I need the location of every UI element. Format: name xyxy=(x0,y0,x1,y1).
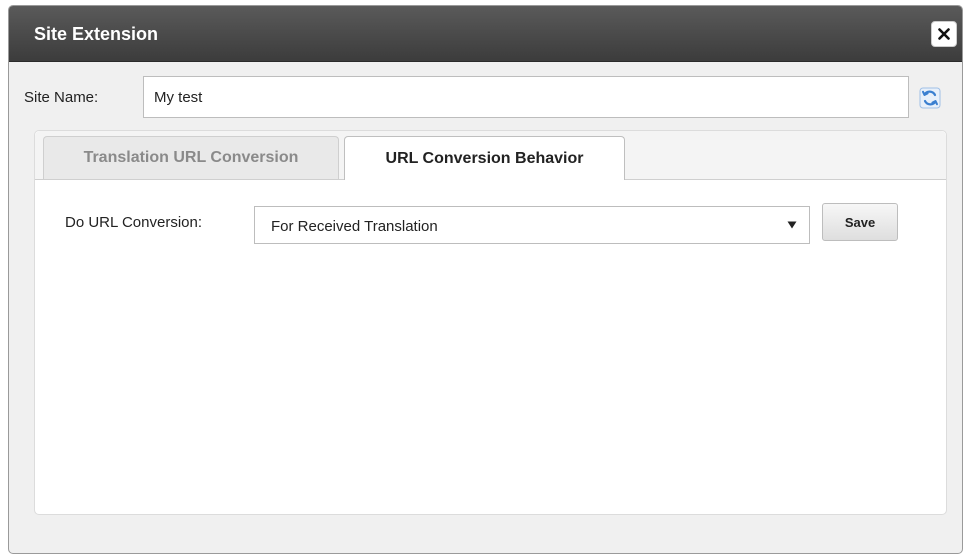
tab-url-conversion-behavior[interactable]: URL Conversion Behavior xyxy=(344,136,625,180)
site-extension-dialog: Site Extension Site Name: Translation UR… xyxy=(8,5,963,554)
tab-label: URL Conversion Behavior xyxy=(385,149,584,167)
site-name-input[interactable] xyxy=(143,76,909,118)
tab-strip: Translation URL Conversion URL Conversio… xyxy=(35,131,946,180)
url-conversion-row: Do URL Conversion: For Received Translat… xyxy=(35,201,946,245)
close-icon xyxy=(938,28,950,40)
tabs-panel: Translation URL Conversion URL Conversio… xyxy=(34,130,947,515)
site-name-label: Site Name: xyxy=(24,89,99,106)
close-button[interactable] xyxy=(931,21,957,47)
chevron-down-icon xyxy=(787,221,797,229)
dialog-title: Site Extension xyxy=(34,24,159,44)
refresh-icon[interactable] xyxy=(919,87,941,109)
url-conversion-select[interactable]: For Received Translation xyxy=(254,206,810,244)
save-button[interactable]: Save xyxy=(822,203,898,241)
dialog-titlebar[interactable]: Site Extension xyxy=(9,6,962,62)
tab-label: Translation URL Conversion xyxy=(83,149,299,166)
site-name-row: Site Name: xyxy=(9,76,962,120)
url-conversion-label: Do URL Conversion: xyxy=(65,214,202,231)
url-conversion-selected-value: For Received Translation xyxy=(271,218,438,235)
tab-translation-url-conversion[interactable]: Translation URL Conversion xyxy=(43,136,339,179)
